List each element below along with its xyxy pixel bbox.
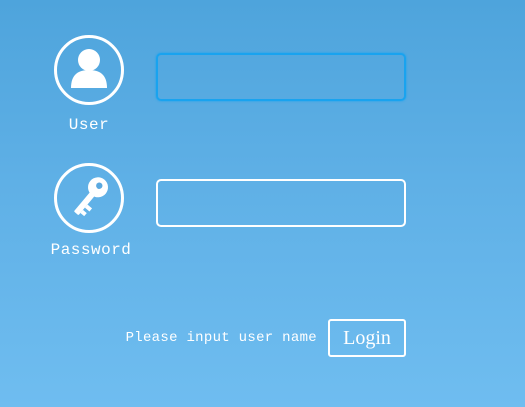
- user-icon: [54, 35, 124, 105]
- key-icon: [54, 163, 124, 233]
- login-button[interactable]: Login: [328, 319, 406, 357]
- login-panel: User Password Please input user name Log…: [0, 0, 525, 407]
- user-label: User: [68, 116, 110, 134]
- password-input[interactable]: [156, 179, 406, 227]
- password-label: Password: [50, 241, 132, 259]
- status-message: Please input user name: [125, 330, 317, 346]
- user-input[interactable]: [156, 53, 406, 101]
